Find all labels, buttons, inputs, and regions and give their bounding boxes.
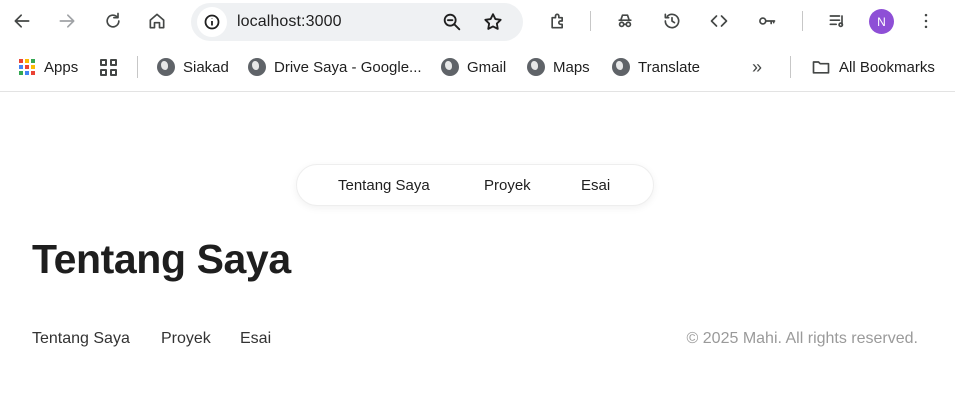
more-bookmarks-button[interactable]: » (752, 56, 762, 78)
site-info-button[interactable] (197, 7, 227, 37)
chevron-double-right-icon: » (752, 56, 763, 77)
bookmark-apps[interactable]: Apps (18, 56, 78, 78)
toolbar-divider (590, 11, 591, 31)
bookmark-label: Translate (638, 58, 700, 76)
extensions-icon (551, 13, 563, 29)
bookmark-siakad[interactable]: Siakad (157, 56, 229, 78)
footer-link-tentang-saya[interactable]: Tentang Saya (32, 330, 130, 348)
address-bar[interactable]: localhost:3000 (191, 3, 523, 41)
bookmarks-divider (790, 56, 791, 78)
bookmark-label: Drive Saya - Google... (274, 58, 422, 76)
media-queue-button[interactable] (822, 6, 852, 36)
password-key-icon (759, 17, 776, 25)
all-bookmarks-button[interactable]: All Bookmarks (811, 56, 935, 78)
profile-avatar[interactable]: N (869, 9, 894, 34)
home-icon (149, 13, 165, 29)
menu-kebab-icon (924, 13, 928, 29)
bookmark-gmail[interactable]: Gmail (441, 56, 506, 78)
incognito-icon (618, 14, 632, 28)
browser-menu-button[interactable] (911, 6, 941, 36)
forward-icon (59, 14, 75, 28)
bookmark-label: All Bookmarks (839, 58, 935, 76)
bookmark-label: Siakad (183, 58, 229, 76)
folder-icon (811, 58, 831, 76)
bookmark-star-icon (484, 13, 502, 30)
globe-icon (527, 58, 545, 76)
zoom-button[interactable] (441, 11, 463, 33)
bookmark-label: Apps (44, 58, 79, 76)
media-queue-icon (829, 15, 844, 28)
history-icon (664, 13, 680, 29)
toolbar-divider (802, 11, 803, 31)
reload-icon (106, 12, 120, 28)
password-key-button[interactable] (752, 6, 782, 36)
bookmark-drive[interactable]: Drive Saya - Google... (248, 56, 422, 78)
history-button[interactable] (657, 6, 687, 36)
tab-groups-button[interactable] (99, 56, 125, 78)
browser-toolbar: localhost:3000 N (0, 0, 955, 44)
nav-link-esai[interactable]: Esai (581, 177, 610, 194)
bookmark-star-button[interactable] (482, 11, 504, 33)
bookmark-label: Gmail (467, 58, 507, 76)
nav-link-tentang-saya[interactable]: Tentang Saya (338, 177, 430, 194)
incognito-button[interactable] (610, 6, 640, 36)
url-text[interactable]: localhost:3000 (237, 13, 342, 31)
back-button[interactable] (7, 6, 37, 36)
bookmarks-divider (137, 56, 138, 78)
site-nav: Tentang Saya Proyek Esai (296, 164, 654, 206)
bookmark-label: Maps (553, 58, 590, 76)
globe-icon (441, 58, 459, 76)
globe-icon (157, 58, 175, 76)
page-title: Tentang Saya (32, 236, 291, 282)
devtools-button[interactable] (704, 6, 734, 36)
bookmark-translate[interactable]: Translate (612, 56, 700, 78)
bookmark-maps[interactable]: Maps (527, 56, 590, 78)
devtools-icon (710, 15, 728, 27)
back-icon (14, 14, 30, 28)
bookmarks-bar: Apps Siakad Drive Saya - Google... Gmail… (0, 44, 955, 92)
tiles-grid-icon (99, 58, 117, 76)
home-button[interactable] (142, 6, 172, 36)
site-info-icon (204, 14, 220, 30)
globe-icon (248, 58, 266, 76)
nav-link-proyek[interactable]: Proyek (484, 177, 531, 194)
zoom-icon (443, 13, 461, 31)
footer-copyright: © 2025 Mahi. All rights reserved. (686, 330, 918, 347)
reload-button[interactable] (98, 6, 128, 36)
extensions-button[interactable] (543, 6, 573, 36)
apps-grid-icon (18, 58, 36, 76)
footer-link-esai[interactable]: Esai (240, 330, 271, 348)
globe-icon (612, 58, 630, 76)
forward-button[interactable] (52, 6, 82, 36)
footer-link-proyek[interactable]: Proyek (161, 330, 211, 348)
